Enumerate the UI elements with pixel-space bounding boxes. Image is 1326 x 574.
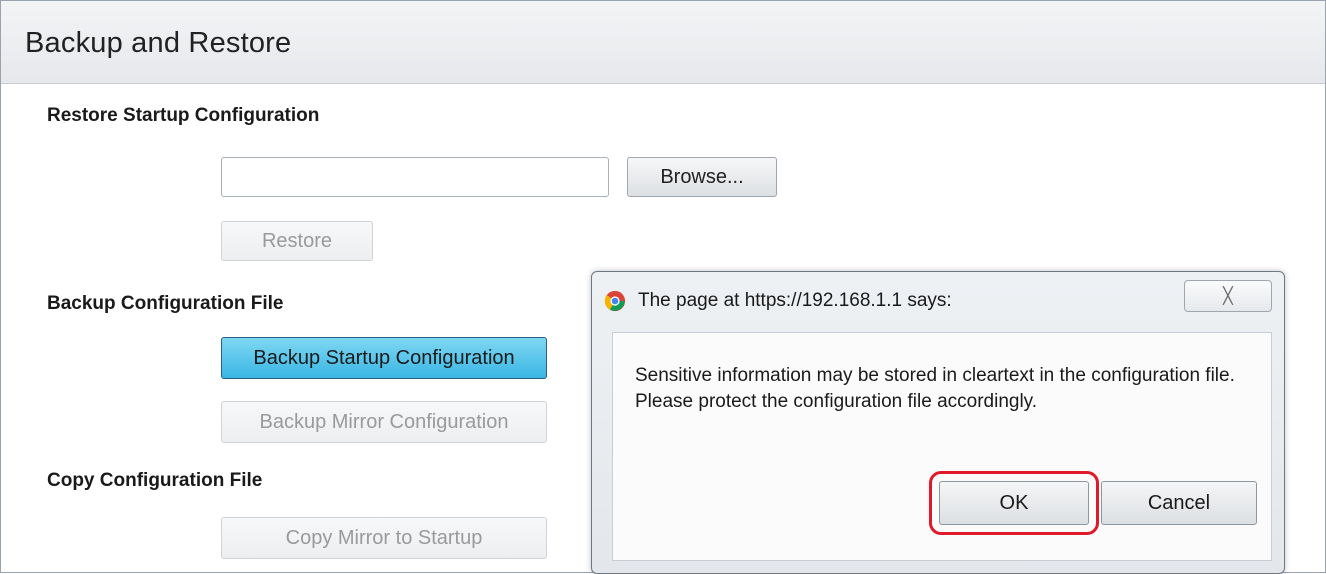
alert-dialog: The page at https://192.168.1.1 says: ╳ … (591, 271, 1285, 574)
page-title: Backup and Restore (25, 27, 292, 59)
title-bar: Backup and Restore (1, 1, 1325, 84)
browse-button[interactable]: Browse... (627, 157, 777, 197)
close-icon: ╳ (1223, 288, 1233, 305)
copy-heading: Copy Configuration File (47, 470, 263, 491)
backup-startup-button[interactable]: Backup Startup Configuration (221, 337, 547, 379)
cancel-button[interactable]: Cancel (1101, 481, 1257, 525)
ok-button[interactable]: OK (939, 481, 1089, 525)
restore-heading: Restore Startup Configuration (47, 105, 320, 126)
dialog-title: The page at https://192.168.1.1 says: (638, 290, 952, 311)
backup-restore-page: Backup and Restore Restore Startup Confi… (0, 0, 1326, 574)
chrome-icon (604, 290, 626, 312)
file-path-input[interactable] (221, 157, 609, 197)
copy-mirror-to-startup-button[interactable]: Copy Mirror to Startup (221, 517, 547, 559)
backup-heading: Backup Configuration File (47, 293, 284, 314)
backup-mirror-button[interactable]: Backup Mirror Configuration (221, 401, 547, 443)
dialog-body: Sensitive information may be stored in c… (612, 332, 1272, 561)
dialog-close-button[interactable]: ╳ (1184, 280, 1272, 312)
restore-button[interactable]: Restore (221, 221, 373, 261)
dialog-message: Sensitive information may be stored in c… (635, 365, 1235, 412)
dialog-title-row: The page at https://192.168.1.1 says: (604, 290, 952, 312)
